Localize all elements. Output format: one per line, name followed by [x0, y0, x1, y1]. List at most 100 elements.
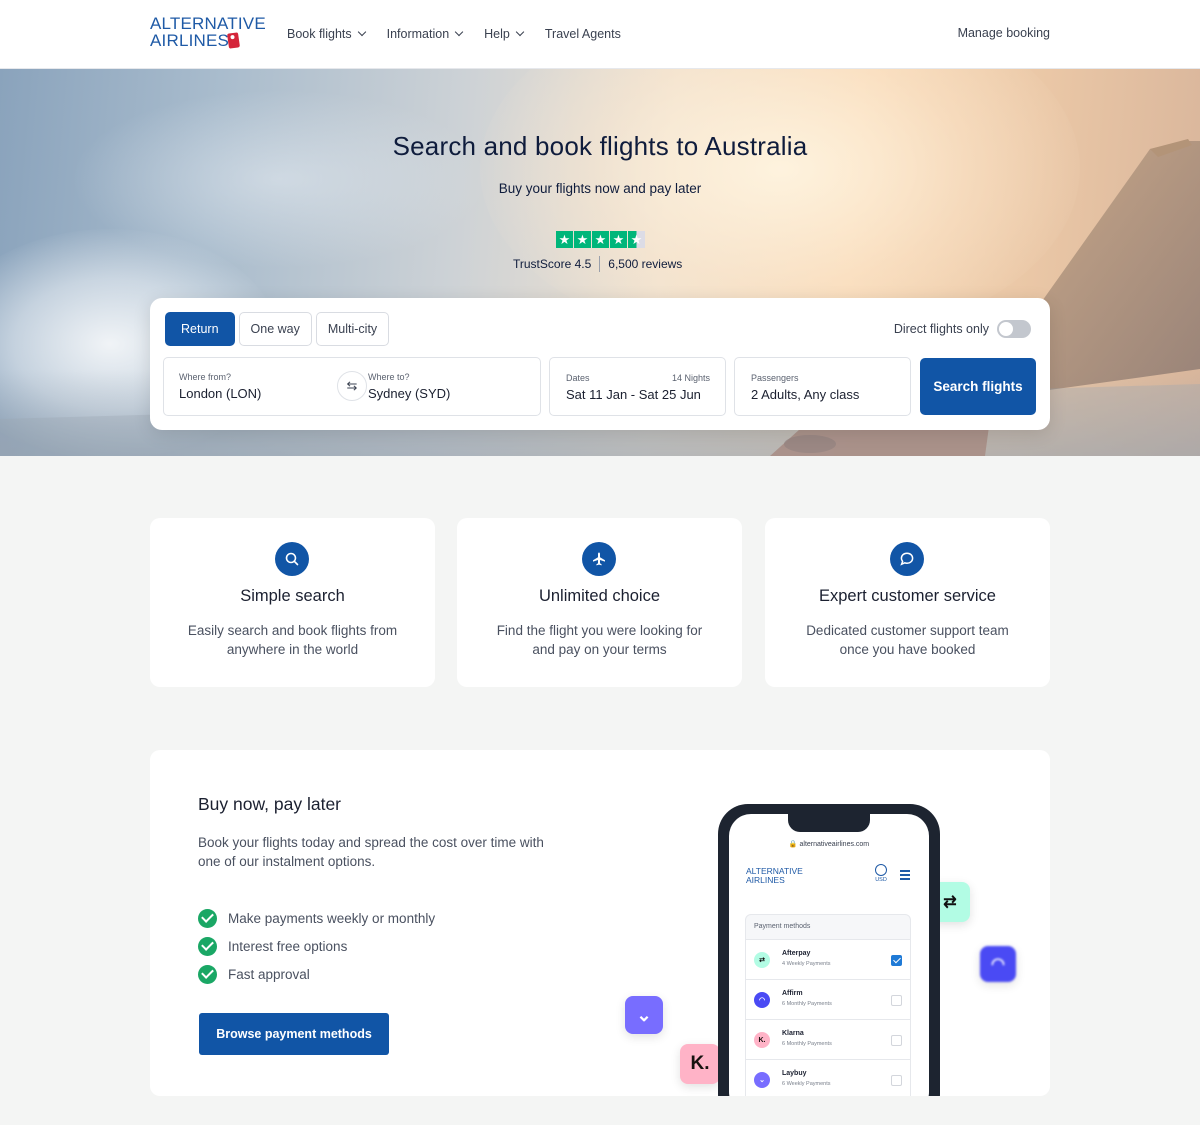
logo-line-2: AIRLINES — [150, 31, 230, 50]
tab-one-way[interactable]: One way — [238, 312, 312, 346]
main-nav: Book flights Information Help Travel Age… — [287, 25, 643, 43]
star-icon: ★ — [574, 231, 591, 248]
manage-booking-link[interactable]: Manage booking — [958, 26, 1050, 40]
dates-label: Dates — [566, 373, 590, 383]
nav-book-flights[interactable]: Book flights — [287, 25, 366, 43]
luggage-tag-icon — [227, 32, 240, 49]
benefit-text: Interest free options — [228, 938, 348, 954]
list-item: Fast approval — [198, 960, 435, 988]
direct-flights-option: Direct flights only — [894, 320, 1031, 338]
star-icon: ★ — [556, 231, 573, 248]
payment-method-checkbox — [891, 995, 902, 1006]
star-icon: ★ — [610, 231, 627, 248]
affirm-badge: ◠ — [980, 946, 1016, 982]
search-flights-button[interactable]: Search flights — [920, 358, 1036, 415]
star-icon: ★ — [592, 231, 609, 248]
laybuy-icon: ⌄ — [636, 1004, 652, 1025]
nights-count: 14 Nights — [671, 373, 710, 383]
trustpilot-summary[interactable]: TrustScore 4.5 6,500 reviews — [513, 256, 682, 272]
phone-screen: 🔒 alternativeairlines.com ALTERNATIVE AI… — [729, 814, 929, 1096]
to-field[interactable]: Where to? Sydney (SYD) — [352, 357, 540, 416]
payment-method-row: ◠ Affirm 6 Monthly Payments — [746, 979, 910, 1019]
direct-flights-toggle[interactable] — [997, 320, 1031, 338]
nav-information[interactable]: Information — [386, 25, 464, 43]
nav-help[interactable]: Help — [484, 25, 525, 43]
chevron-down-icon — [515, 27, 525, 37]
bnpl-description: Book your flights today and spread the c… — [198, 835, 544, 869]
afterpay-icon: ⇄ — [754, 952, 770, 968]
payment-method-name: Affirm — [782, 990, 803, 997]
feature-title: Unlimited choice — [538, 587, 661, 605]
search-icon — [275, 542, 309, 576]
passengers-label: Passengers — [751, 373, 799, 383]
check-circle-icon — [198, 936, 217, 956]
passengers-field[interactable]: Passengers 2 Adults, Any class — [734, 357, 911, 416]
phone-mockup: 🔒 alternativeairlines.com ALTERNATIVE AI… — [718, 804, 940, 1096]
benefit-text: Make payments weekly or monthly — [228, 910, 436, 926]
nav-help-label: Help — [484, 27, 510, 41]
bnpl-title: Buy now, pay later — [198, 794, 341, 814]
affirm-icon: ◠ — [754, 992, 770, 1008]
laybuy-badge: ⌄ — [625, 996, 663, 1034]
from-field[interactable]: Where from? London (LON) — [163, 357, 351, 416]
list-item: Interest free options — [198, 932, 435, 960]
payment-method-terms: 6 Weekly Payments — [782, 1081, 831, 1087]
site-header: ALTERNATIVE AIRLINES Book flights Inform… — [0, 0, 1200, 69]
direct-flights-label: Direct flights only — [893, 322, 989, 336]
payment-method-row: ⇄ Afterpay 4 Weekly Payments — [746, 939, 910, 979]
payment-method-name: Laybuy — [782, 1070, 807, 1077]
payment-method-row: ⌄ Laybuy 6 Weekly Payments — [746, 1059, 910, 1096]
trust-score: TrustScore 4.5 — [513, 257, 592, 271]
half-star-icon: ★ — [628, 231, 645, 248]
browse-payment-methods-button[interactable]: Browse payment methods — [199, 1013, 389, 1055]
nav-travel-agents[interactable]: Travel Agents — [545, 25, 621, 43]
feature-card-unlimited-choice: Unlimited choice Find the flight you wer… — [457, 518, 742, 687]
phone-logo-line-2: AIRLINES — [746, 874, 785, 885]
feature-card-customer-service: Expert customer service Dedicated custom… — [765, 518, 1050, 687]
divider — [599, 256, 601, 272]
payment-method-name: Afterpay — [782, 950, 811, 957]
swap-airports-button[interactable]: ⇆ — [337, 371, 367, 401]
site-logo[interactable]: ALTERNATIVE AIRLINES — [150, 14, 266, 51]
plane-icon — [582, 542, 616, 576]
flight-search-form: Return One way Multi-city Direct flights… — [150, 298, 1050, 430]
nav-information-label: Information — [386, 27, 450, 41]
payment-method-row: K. Klarna 6 Monthly Payments — [746, 1019, 910, 1059]
hamburger-menu-icon — [900, 870, 910, 882]
feature-description: Dedicated customer support team once you… — [806, 623, 1009, 657]
currency-icon — [875, 864, 887, 876]
to-value: Sydney (SYD) — [368, 386, 451, 401]
phone-notch — [788, 814, 870, 832]
feature-card-simple-search: Simple search Easily search and book fli… — [150, 518, 435, 687]
tab-multi-city[interactable]: Multi-city — [315, 312, 390, 346]
hero-subtitle: Buy your flights now and pay later — [498, 181, 702, 196]
payment-method-terms: 4 Weekly Payments — [782, 961, 831, 967]
payment-method-name: Klarna — [782, 1030, 804, 1037]
phone-url-text: alternativeairlines.com — [799, 841, 870, 848]
logo-line-1: ALTERNATIVE — [150, 14, 266, 33]
affirm-icon: ◠ — [991, 956, 1005, 973]
nav-travel-agents-label: Travel Agents — [544, 27, 621, 41]
tab-return[interactable]: Return — [165, 312, 235, 346]
nav-book-flights-label: Book flights — [287, 27, 352, 41]
klarna-badge: K. — [680, 1044, 720, 1084]
from-label: Where from? — [179, 372, 232, 382]
check-circle-icon — [198, 908, 217, 928]
hero-title: Search and book flights to Australia — [392, 131, 808, 161]
payment-method-checkbox — [891, 955, 902, 966]
dates-field[interactable]: Dates 14 Nights Sat 11 Jan - Sat 25 Jun — [549, 357, 726, 416]
klarna-icon: K. — [754, 1032, 770, 1048]
payment-methods-title: Payment methods — [754, 923, 811, 930]
afterpay-icon: ⇄ — [943, 894, 957, 911]
phone-url-bar: 🔒 alternativeairlines.com — [788, 841, 870, 848]
review-count: 6,500 reviews — [608, 257, 683, 271]
passengers-value: 2 Adults, Any class — [751, 387, 860, 402]
bnpl-benefits-list: Make payments weekly or monthly Interest… — [198, 904, 435, 988]
currency-selector: USD — [874, 864, 888, 883]
list-item: Make payments weekly or monthly — [198, 904, 435, 932]
trip-type-tabs: Return One way Multi-city — [165, 312, 390, 346]
trustpilot-stars: ★ ★ ★ ★ ★ — [556, 231, 645, 248]
to-label: Where to? — [368, 372, 410, 382]
currency-label: USD — [875, 877, 887, 883]
laybuy-icon: ⌄ — [754, 1072, 770, 1088]
